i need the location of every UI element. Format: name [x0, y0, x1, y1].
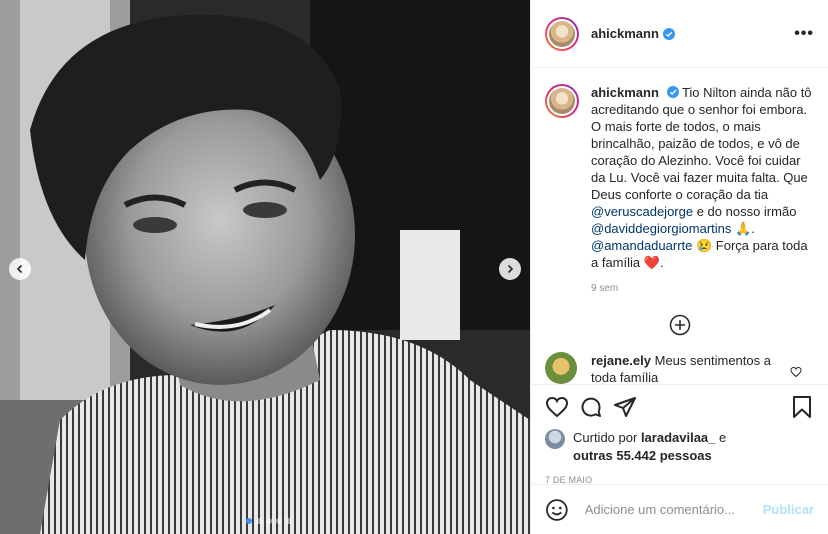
post-media[interactable] — [0, 0, 530, 534]
comment-input[interactable] — [582, 501, 763, 518]
comment-text: rejane.ely Meus sentimentos a toda famíl… — [591, 352, 781, 384]
like-comment-heart-icon[interactable] — [790, 366, 802, 378]
next-photo-button[interactable] — [499, 258, 521, 280]
commenter-username[interactable]: rejane.ely — [591, 353, 651, 368]
chevron-right-icon — [507, 264, 514, 274]
verified-badge-icon — [662, 27, 675, 40]
share-icon[interactable] — [613, 395, 637, 419]
plus-circle-icon — [669, 314, 690, 336]
mention-link[interactable]: @veruscadejorge — [591, 204, 693, 219]
verified-badge-icon — [666, 86, 679, 98]
caption-text: ahickmann Tio Nilton ainda não tô acredi… — [591, 84, 814, 271]
post-sidebar: ahickmann ••• ahickmann Tio Nilton ainda… — [530, 0, 828, 534]
action-icons — [545, 395, 814, 419]
mention-link[interactable]: @amandaduarrte — [591, 238, 692, 253]
chevron-left-icon — [16, 264, 23, 274]
heart-emoji: ❤️ — [643, 255, 660, 270]
likes-text: Curtido por laradavilaa_ e outras 55.442… — [573, 429, 726, 465]
more-options-button[interactable]: ••• — [794, 25, 814, 43]
caption-body: e do nosso irmão — [693, 204, 797, 219]
bookmark-icon[interactable] — [790, 395, 814, 419]
likes-prefix: Curtido por — [573, 430, 638, 445]
post-header: ahickmann ••• — [531, 0, 828, 68]
caption-username[interactable]: ahickmann — [591, 85, 659, 100]
likes-count-link[interactable]: outras 55.442 pessoas — [573, 448, 712, 463]
carousel-dot — [256, 518, 262, 524]
carousel-dot — [286, 518, 292, 524]
liker-avatar[interactable] — [545, 429, 565, 449]
previous-photo-button[interactable] — [9, 258, 31, 280]
carousel-dot — [266, 518, 272, 524]
carousel-dot — [276, 518, 282, 524]
load-more-comments-button[interactable] — [545, 314, 814, 336]
instagram-post: ahickmann ••• ahickmann Tio Nilton ainda… — [0, 0, 828, 534]
caption-timestamp[interactable]: 9 sem — [591, 283, 814, 294]
comments-area: ahickmann Tio Nilton ainda não tô acredi… — [531, 68, 828, 384]
commenter-avatar[interactable] — [545, 352, 577, 384]
post-actions: Curtido por laradavilaa_ e outras 55.442… — [531, 384, 828, 485]
add-comment-bar: Publicar — [531, 484, 828, 534]
emoji-icon[interactable] — [545, 498, 569, 522]
carousel-dot — [246, 518, 252, 524]
post-caption: ahickmann Tio Nilton ainda não tô acredi… — [545, 84, 814, 271]
caption-body: 🙏. — [731, 221, 755, 236]
heart-icon[interactable] — [545, 395, 569, 419]
caption-body: Tio Nilton ainda não tô acreditando que … — [591, 85, 812, 202]
caption-body: . — [659, 255, 664, 270]
comment-icon[interactable] — [579, 395, 603, 419]
mention-link[interactable]: @daviddegiorgiomartins — [591, 221, 731, 236]
likes-summary: Curtido por laradavilaa_ e outras 55.442… — [545, 429, 814, 465]
comment-item: rejane.ely Meus sentimentos a toda famíl… — [545, 352, 814, 384]
post-photo — [0, 0, 530, 534]
author-username[interactable]: ahickmann — [591, 26, 659, 41]
publish-button[interactable]: Publicar — [763, 502, 814, 517]
liker-username[interactable]: laradavilaa_ — [641, 430, 715, 445]
caption-avatar[interactable] — [545, 84, 579, 118]
likes-mid: e — [719, 430, 727, 445]
author-avatar[interactable] — [545, 16, 579, 51]
carousel-indicator — [246, 518, 292, 524]
